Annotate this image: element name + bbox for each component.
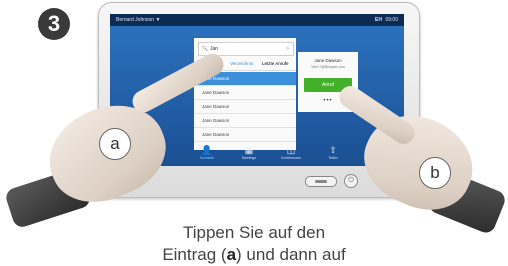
contact-uri: Verh.?@Beispiel.com: [311, 65, 345, 69]
nav-label: Teilen: [328, 156, 338, 160]
contact-name: Jane Dawson: [314, 58, 342, 63]
nav-contacts[interactable]: 👤 Kontakte: [190, 144, 224, 166]
nav-label: Kontakte: [200, 156, 214, 160]
chevron-right-icon[interactable]: >: [286, 43, 289, 55]
list-item[interactable]: Jane Dawson: [194, 128, 296, 142]
share-icon: ⇧: [329, 145, 337, 155]
nav-conferences[interactable]: ◫ Konferenzen: [274, 144, 308, 166]
contacts-icon: 👤: [201, 145, 213, 155]
search-icon: 🔍︎: [202, 46, 209, 52]
nav-share[interactable]: ⇧ Teilen: [316, 144, 350, 166]
step-number-badge: 3: [38, 8, 70, 40]
marker-a: a: [99, 128, 131, 160]
nav-label: Meetings: [241, 156, 257, 160]
marker-b: b: [419, 157, 451, 189]
status-bar: Bernard Johnson ▼ EH 09:00: [110, 14, 404, 26]
caption-line-2: Eintrag (a) und dann auf: [0, 244, 508, 266]
clock: 09:00: [385, 17, 398, 23]
list-item[interactable]: Jane Dawson: [194, 86, 296, 100]
caption-text: Eintrag (: [162, 245, 227, 264]
user-menu[interactable]: Bernard Johnson ▼: [116, 14, 160, 26]
list-item[interactable]: Jane Dawson: [194, 114, 296, 128]
list-item-label: Jane Dawson: [202, 104, 230, 109]
nav-label: Konferenzen: [281, 156, 301, 160]
tab-directory[interactable]: Verzeichnis: [230, 58, 253, 70]
camera-icon: ◫: [286, 145, 296, 155]
list-item-label: Jane Dawson: [202, 118, 230, 123]
list-item-label: Jane Dawson: [202, 132, 230, 137]
camera-indicator: EH: [375, 17, 382, 23]
caption-line-1: Tippen Sie auf den: [182, 223, 326, 242]
list-item-label: Jane Dawson: [202, 90, 230, 95]
home-button[interactable]: [305, 176, 337, 187]
home-button-indicator: [315, 180, 327, 183]
list-item[interactable]: Jane Dawson: [194, 100, 296, 114]
meetings-icon: ▦: [244, 145, 254, 155]
power-button[interactable]: ⏻: [344, 174, 358, 188]
instruction-caption: Tippen Sie auf den Eintrag (a) und dann …: [0, 222, 508, 266]
nav-meetings[interactable]: ▦ Meetings: [232, 144, 266, 166]
tab-recent-calls[interactable]: Letzte Anrufe: [262, 58, 289, 70]
caption-marker-ref: a: [226, 245, 237, 264]
caption-text: ) und dann auf: [236, 245, 346, 264]
